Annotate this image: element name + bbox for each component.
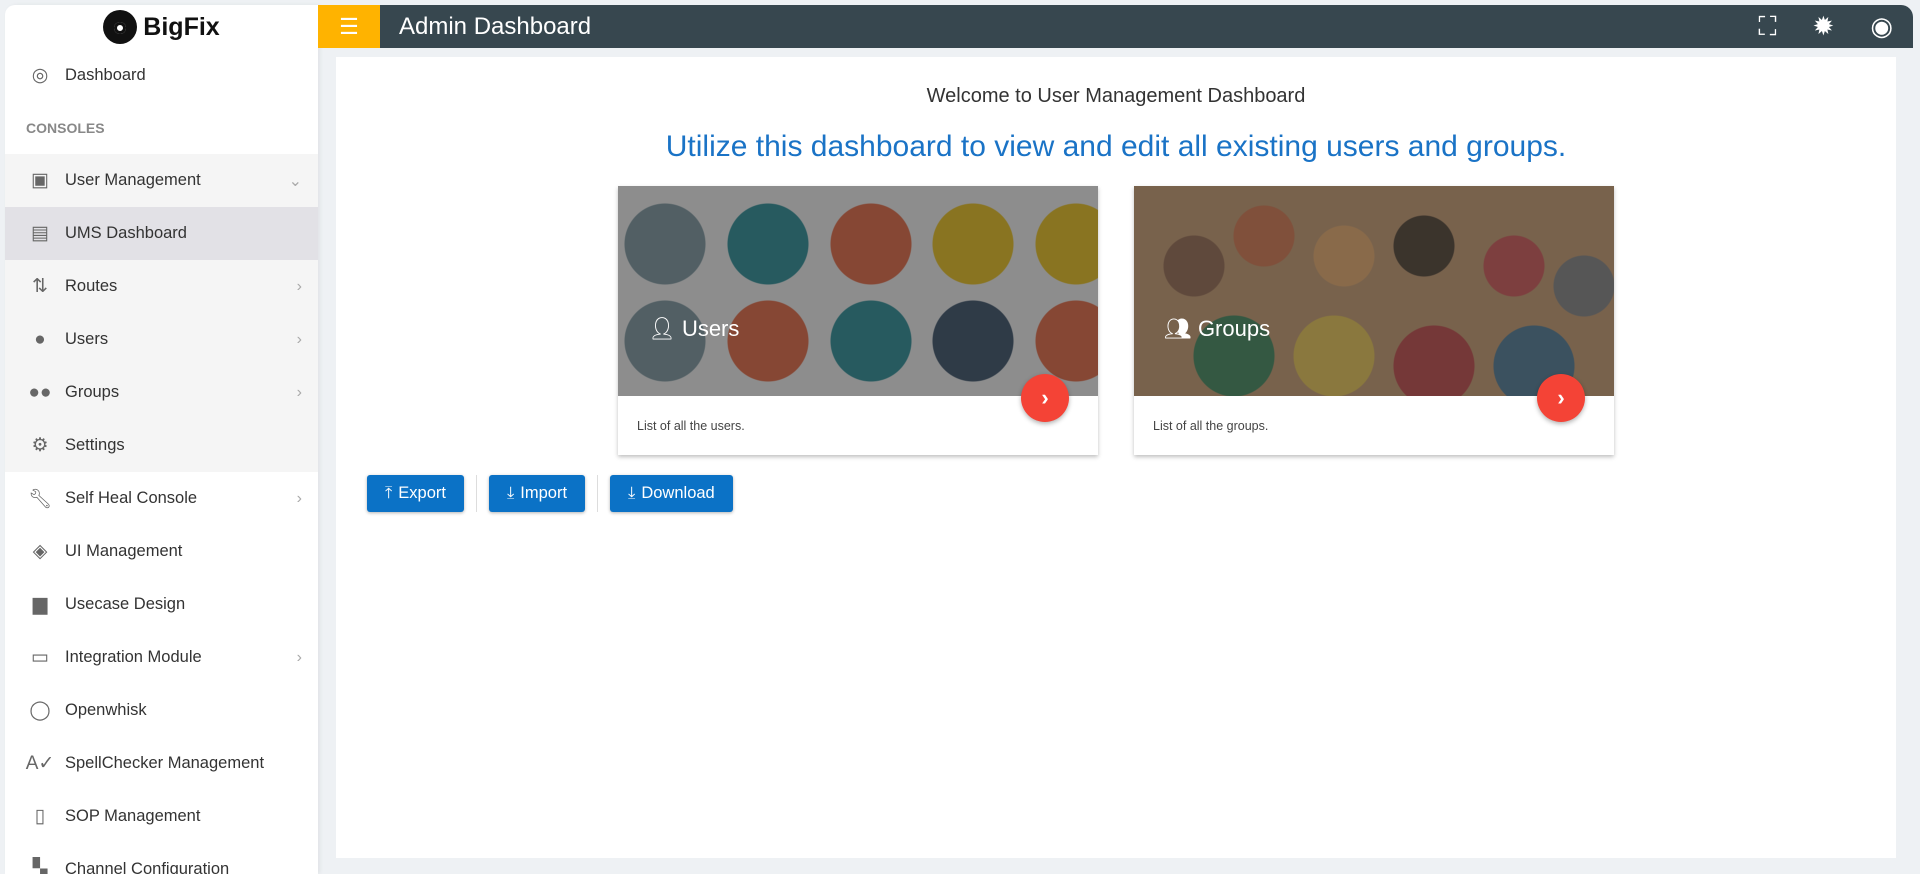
chevron-right-icon: ›	[1557, 385, 1565, 410]
users-card[interactable]: 👤︎ Users › List of all the users.	[618, 186, 1098, 455]
message-icon: ▆	[32, 594, 48, 615]
sidebar-item-label: Groups	[65, 383, 120, 401]
button-label: Import	[520, 484, 568, 502]
account-circle-icon[interactable]: ◉	[1870, 11, 1893, 42]
account-box-icon: ▣	[31, 170, 49, 191]
divider	[475, 475, 477, 512]
download-button[interactable]: ⤓ Download	[610, 475, 733, 512]
widgets-icon: ▚	[32, 859, 48, 874]
sidebar-item-label: Usecase Design	[65, 595, 186, 613]
open-groups-button[interactable]: ›	[1537, 374, 1585, 422]
sidebar-item-integration-module[interactable]: ▭ Integration Module ›	[5, 631, 318, 684]
web-icon: ▭	[31, 647, 49, 668]
top-bar: ☰ Admin Dashboard ⛶ ✹ ◉	[318, 5, 1913, 48]
chevron-right-icon: ›	[296, 489, 302, 507]
brand-name: BigFix	[143, 12, 220, 41]
divider	[597, 475, 599, 512]
download-icon: ⤓	[628, 484, 636, 502]
card-title: Users	[681, 316, 740, 341]
sidebar-item-ums-dashboard[interactable]: ▤ UMS Dashboard	[5, 207, 318, 260]
sidebar-item-users[interactable]: ● Users ›	[5, 313, 318, 366]
clipboard-icon: ▯	[34, 806, 46, 827]
groups-card[interactable]: 👥︎ Groups › List of all the groups.	[1134, 186, 1614, 455]
upload-icon: ⤒	[385, 484, 393, 502]
sidebar-item-label: UMS Dashboard	[65, 224, 187, 242]
sidebar-item-routes[interactable]: ⇅ Routes ›	[5, 260, 318, 313]
cloud-icon: ◯	[29, 700, 51, 721]
chevron-right-icon: ›	[296, 277, 302, 295]
brightness-icon[interactable]: ✹	[1813, 11, 1835, 42]
sidebar-item-dashboard[interactable]: ◎ Dashboard	[5, 49, 318, 102]
people-icon: ●●	[28, 381, 52, 403]
chevron-right-icon: ›	[1041, 385, 1049, 410]
sidebar-item-channel-configuration[interactable]: ▚ Channel Configuration	[5, 843, 318, 874]
welcome-heading: Welcome to User Management Dashboard	[926, 85, 1306, 107]
people-icon: 👥︎	[1164, 316, 1192, 341]
sidebar-item-sop-management[interactable]: ▯ SOP Management	[5, 790, 318, 843]
chevron-right-icon: ›	[296, 383, 302, 401]
section-consoles: CONSOLES	[26, 120, 105, 136]
dashboard-subtitle: Utilize this dashboard to view and edit …	[665, 130, 1567, 163]
open-users-button[interactable]: ›	[1021, 374, 1069, 422]
card-title: Groups	[1197, 316, 1271, 341]
main-content: Welcome to User Management Dashboard Uti…	[336, 57, 1896, 858]
sidebar-item-label: User Management	[65, 171, 201, 189]
sidebar-item-openwhisk[interactable]: ◯ Openwhisk	[5, 684, 318, 737]
sidebar-item-label: Openwhisk	[65, 701, 147, 719]
sidebar-item-label: Self Heal Console	[65, 489, 198, 507]
person-icon: 👤︎	[648, 316, 676, 341]
sidebar-item-ui-management[interactable]: ◈ UI Management	[5, 525, 318, 578]
gear-icon: ⚙	[31, 435, 49, 456]
sidebar-item-label: Channel Configuration	[65, 860, 230, 874]
page-title: Admin Dashboard	[399, 12, 592, 40]
wrench-icon: 🔧︎	[27, 488, 53, 510]
sidebar-item-label: Integration Module	[65, 648, 202, 666]
sidebar-item-spellchecker-management[interactable]: A✓ SpellChecker Management	[5, 737, 318, 790]
palette-icon: ◎	[31, 65, 49, 86]
sidebar-item-label: Settings	[65, 436, 125, 454]
fullscreen-icon[interactable]: ⛶	[1758, 11, 1776, 43]
paint-bucket-icon: ◈	[32, 541, 48, 562]
sidebar-item-label: UI Management	[65, 542, 183, 560]
download-icon: ⤓	[506, 484, 515, 502]
groups-card-image: 👥︎ Groups	[1134, 186, 1614, 396]
sidebar-item-user-management[interactable]: ▣ User Management ⌄	[5, 154, 318, 207]
sidebar-item-label: SpellChecker Management	[65, 754, 265, 772]
badge-icon: ▤	[31, 223, 49, 244]
chevron-down-icon: ⌄	[288, 172, 302, 190]
sidebar-item-self-heal-console[interactable]: 🔧︎ Self Heal Console ›	[5, 472, 318, 525]
sidebar-item-label: Dashboard	[65, 66, 146, 84]
button-label: Export	[398, 484, 446, 502]
menu-toggle-button[interactable]: ☰	[318, 5, 380, 48]
person-icon: ●	[34, 328, 46, 350]
bigfix-logo-icon	[103, 10, 138, 44]
sidebar-item-groups[interactable]: ●● Groups ›	[5, 366, 318, 419]
spellcheck-icon: A✓	[25, 753, 55, 774]
card-description: List of all the groups.	[1153, 419, 1269, 433]
brand-logo[interactable]: BigFix	[5, 5, 318, 49]
import-button[interactable]: ⤓ Import	[488, 475, 586, 512]
button-label: Download	[641, 484, 715, 502]
users-card-image: 👤︎ Users	[618, 186, 1098, 396]
chevron-right-icon: ›	[296, 648, 302, 666]
chevron-right-icon: ›	[296, 330, 302, 348]
hamburger-icon: ☰	[339, 13, 359, 39]
sidebar-item-label: SOP Management	[65, 807, 201, 825]
sidebar-item-label: Users	[65, 330, 109, 348]
card-description: List of all the users.	[637, 419, 745, 433]
sidebar: BigFix ◎ Dashboard CONSOLES ▣ User Managem…	[5, 5, 318, 874]
export-button[interactable]: ⤒ Export	[367, 475, 464, 512]
sidebar-item-label: Routes	[65, 277, 118, 295]
sidebar-item-settings[interactable]: ⚙ Settings	[5, 419, 318, 472]
sidebar-item-usecase-design[interactable]: ▆ Usecase Design	[5, 578, 318, 631]
swap-vert-icon: ⇅	[32, 276, 48, 297]
